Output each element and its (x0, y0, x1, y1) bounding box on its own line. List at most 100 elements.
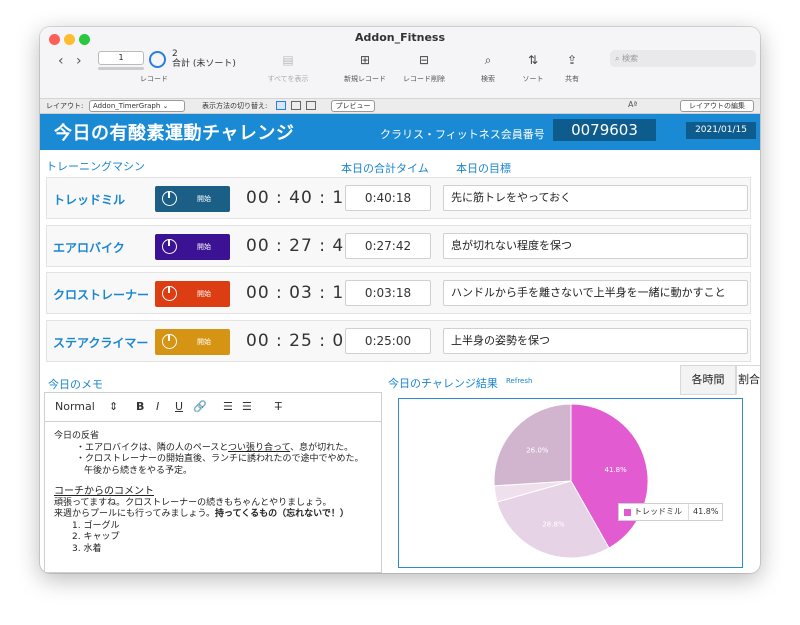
member-number-label: クラリス・フィットネス会員番号 (380, 128, 545, 141)
goal-field[interactable]: ハンドルから手を離さないで上半身を一緒に動かすこと (443, 280, 748, 306)
goal-field[interactable]: 息が切れない程度を保つ (443, 233, 748, 259)
link-icon[interactable]: 🔗 (193, 401, 207, 413)
memo-bullet-1-underlined: つい張り合って (228, 442, 291, 453)
search-placeholder: 検索 (622, 54, 639, 63)
pie-slice-label: 28.8% (542, 521, 565, 529)
power-icon (162, 191, 177, 206)
bold-button[interactable]: B (136, 401, 144, 413)
start-timer-button[interactable]: 開始 (155, 186, 230, 212)
tooltip-value: 41.8% (688, 504, 718, 520)
view-as-label: 表示方法の切り替え: (202, 102, 268, 110)
tab-each-time[interactable]: 各時間 (680, 365, 736, 395)
delete-record-label: レコード削除 (403, 75, 445, 83)
underline-button[interactable]: U (175, 401, 183, 413)
machine-name: ステアクライマー (53, 336, 149, 350)
memo-editor[interactable]: Normal ⇕ B I U 🔗 ☰ ☰ T̶ 今日の反省 ・エアロバイクは、隣… (44, 392, 382, 573)
records-label: レコード (140, 75, 168, 83)
tooltip-swatch (624, 509, 631, 516)
new-record-icon[interactable]: ⊞ (353, 53, 377, 67)
memo-content[interactable]: 今日の反省 ・エアロバイクは、隣の人のペースとつい張り合って、息が切れた。 ・ク… (54, 431, 374, 555)
power-icon (162, 239, 177, 254)
search-icon: ⌕ (615, 54, 623, 63)
goal-field[interactable]: 先に筋トレをやっておく (443, 185, 748, 211)
memo-bullet-2-cont: 午後から続きをやる予定。 (84, 465, 193, 476)
date-field[interactable]: 2021/01/15 (686, 122, 756, 139)
timer-clock: 00 : 27 : 42 (246, 236, 356, 256)
pie-slice-label: 26.0% (526, 446, 549, 454)
results-heading: 今日のチャレンジ結果 (388, 377, 498, 390)
total-time-field[interactable]: 0:03:18 (345, 280, 431, 306)
tooltip-name: トレッドミル (634, 507, 682, 516)
layout-select-value: Addon_TimerGraph (93, 102, 161, 110)
memo-toolbar: Normal ⇕ B I U 🔗 ☰ ☰ T̶ (45, 393, 381, 422)
refresh-link[interactable]: Refresh (506, 377, 532, 385)
machine-name: クロストレーナー (53, 288, 150, 302)
paragraph-style-select[interactable]: Normal (55, 401, 95, 413)
member-number-field[interactable]: 0079603 (553, 119, 656, 141)
start-timer-button[interactable]: 開始 (155, 329, 230, 355)
edit-layout-button[interactable]: レイアウトの編集 (680, 100, 754, 112)
sort-icon[interactable]: ⇅ (521, 53, 545, 67)
goal-heading: 本日の目標 (456, 162, 511, 175)
record-slider[interactable] (98, 67, 144, 70)
list-view-icon[interactable] (291, 101, 301, 110)
table-view-icon[interactable] (306, 101, 316, 110)
next-record-icon[interactable]: › (76, 53, 82, 69)
record-sort-status: 合計 (未ソート) (172, 59, 236, 69)
start-label: 開始 (197, 290, 211, 298)
record-number-field[interactable]: 1 (98, 51, 144, 65)
memo-coach-line-2: 来週からプールにも行ってみましょう。持ってくるもの（忘れないで！） (54, 509, 374, 521)
clear-format-icon[interactable]: T̶ (275, 401, 282, 413)
power-icon (162, 334, 177, 349)
share-label: 共有 (565, 75, 579, 83)
sort-label: ソート (522, 75, 544, 83)
app-window: Addon_Fitness ‹ › 1 2 合計 (未ソート) レコード ▤ す… (40, 27, 760, 573)
layout-select[interactable]: Addon_TimerGraph ⌄ (89, 100, 185, 112)
previous-record-icon[interactable]: ‹ (58, 53, 64, 69)
total-time-field[interactable]: 0:25:00 (345, 328, 431, 354)
pie-chart-canvas: 41.8% 28.8% 26.0% (493, 403, 649, 559)
memo-bullet-1: ・エアロバイクは、隣の人のペースとつい張り合って、息が切れた。 (54, 443, 374, 455)
tab-ratio[interactable]: 割合 (736, 365, 760, 395)
machine-row: ステアクライマー 開始 00 : 25 : 00 0:25:00 上半身の姿勢を保つ (46, 320, 751, 362)
start-label: 開始 (197, 195, 211, 203)
delete-record-icon[interactable]: ⊟ (412, 53, 436, 67)
preview-button[interactable]: プレビュー (331, 100, 375, 112)
search-input[interactable]: ⌕ 検索 (610, 50, 756, 67)
memo-coach-line-1: 頑張ってますね。クロストレーナーの続きもちゃんとやりましょう。 (54, 497, 332, 508)
total-time-field[interactable]: 0:40:18 (345, 185, 431, 211)
total-time-field[interactable]: 0:27:42 (345, 233, 431, 259)
machines-heading: トレーニングマシン (46, 160, 145, 173)
memo-coach-line-2-text: 来週からプールにも行ってみましょう。 (54, 509, 216, 519)
timer-clock: 00 : 40 : 18 (246, 188, 356, 208)
italic-button[interactable]: I (156, 401, 159, 413)
new-record-label: 新規レコード (344, 75, 386, 83)
start-timer-button[interactable]: 開始 (155, 234, 230, 260)
goal-field[interactable]: 上半身の姿勢を保つ (443, 328, 748, 354)
memo-bullet-2: ・クロストレーナーの開始直後、ランチに誘われたので途中でやめた。 (76, 454, 364, 464)
pie-slice[interactable] (493, 403, 572, 487)
memo-coach-line-2-bold: 持ってくるもの（忘れないで！） (215, 509, 349, 519)
show-all-icon[interactable]: ▤ (276, 53, 300, 67)
memo-heading-coach: コーチからのコメント (54, 486, 154, 497)
record-count: 2 合計 (未ソート) (172, 49, 236, 69)
share-icon[interactable]: ⇪ (560, 53, 584, 67)
memo-item-1: 1. ゴーグル (72, 520, 120, 531)
memo-heading: 今日のメモ (48, 378, 103, 391)
start-timer-button[interactable]: 開始 (155, 281, 230, 307)
style-chevron-icon[interactable]: ⇕ (109, 401, 118, 413)
machine-row: トレッドミル 開始 00 : 40 : 18 0:40:18 先に筋トレをやっておく (46, 177, 751, 219)
text-format-icon[interactable]: Aª (628, 100, 637, 109)
show-all-label: すべてを表示 (267, 75, 309, 83)
ordered-list-icon[interactable]: ☰ (223, 401, 233, 413)
find-label: 検索 (481, 75, 495, 83)
machine-name: トレッドミル (53, 193, 126, 207)
form-view-icon[interactable] (276, 101, 286, 110)
layout-label: レイアウト: (46, 102, 84, 110)
bullet-list-icon[interactable]: ☰ (242, 401, 252, 413)
find-icon[interactable]: ⌕ (476, 53, 500, 68)
memo-item-3: 3. 水着 (72, 543, 102, 554)
power-icon (162, 286, 177, 301)
machine-name: エアロバイク (53, 241, 125, 255)
chart-tooltip: トレッドミル 41.8% (618, 503, 723, 521)
